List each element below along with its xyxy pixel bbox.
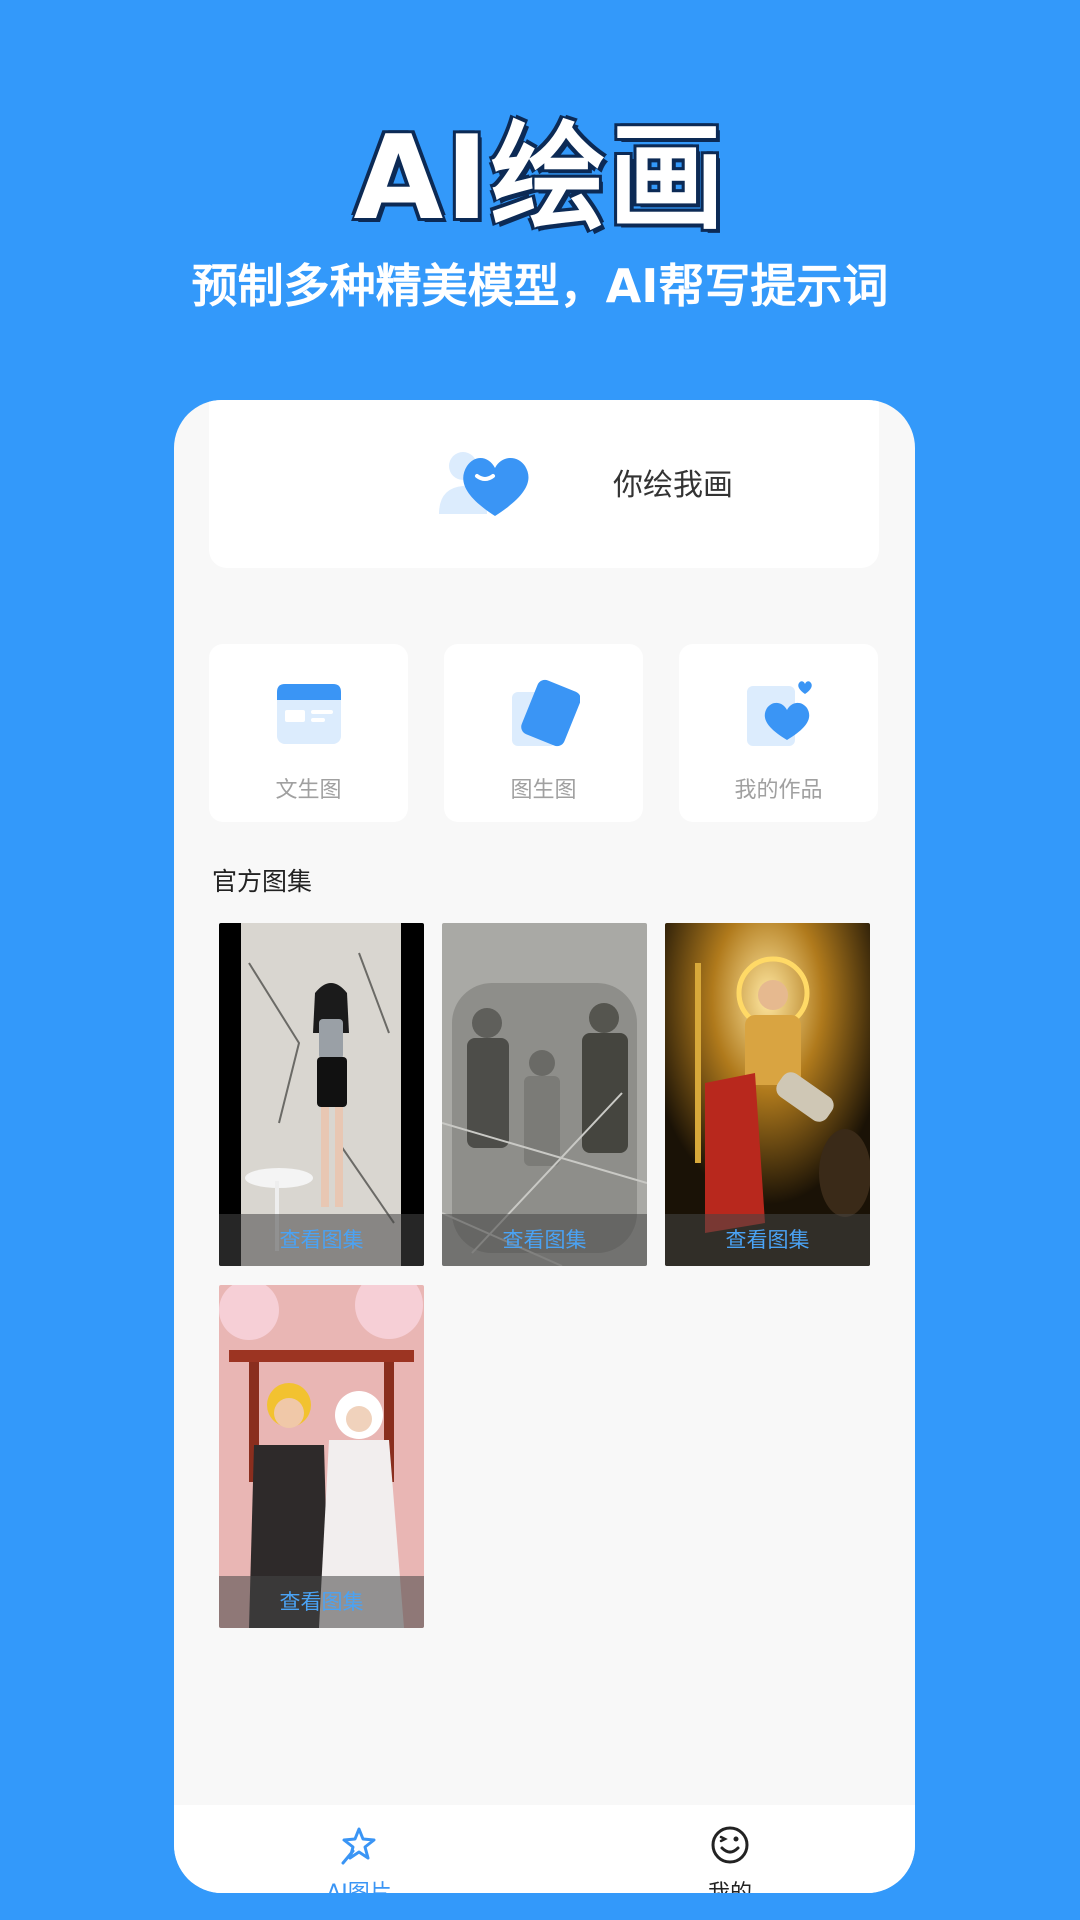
tab-label: 我的 bbox=[545, 1875, 915, 1893]
gallery-card[interactable]: 查看图集 bbox=[219, 1285, 424, 1628]
magic-star-icon bbox=[341, 1827, 376, 1865]
feature-label: 我的作品 bbox=[734, 778, 823, 803]
gallery-card[interactable]: 查看图集 bbox=[219, 923, 424, 1266]
gallery-card[interactable]: 查看图集 bbox=[442, 923, 647, 1266]
view-gallery-button[interactable]: 查看图集 bbox=[219, 1214, 424, 1266]
text-card-icon bbox=[277, 684, 341, 744]
tab-ai-images[interactable]: AI图片 bbox=[174, 1805, 544, 1893]
hero-subtitle: 预制多种精美模型，AI帮写提示词 bbox=[191, 259, 889, 313]
view-gallery-button[interactable]: 查看图集 bbox=[219, 1576, 424, 1628]
tab-mine[interactable]: 我的 bbox=[545, 1805, 915, 1893]
banner-label: 你绘我画 bbox=[613, 468, 733, 503]
feature-label: 图生图 bbox=[510, 778, 577, 803]
tab-label: AI图片 bbox=[174, 1875, 544, 1893]
heart-card-icon bbox=[747, 681, 812, 746]
app-screen: 你绘我画 文生图 图生图 我的作品 官方图集 查看图集 查看图集 查看图集 查看… bbox=[174, 400, 915, 1893]
feature-text-to-image[interactable]: 文生图 bbox=[209, 644, 408, 822]
view-gallery-button[interactable]: 查看图集 bbox=[665, 1214, 870, 1266]
ai-draw-banner[interactable]: 你绘我画 bbox=[209, 400, 879, 568]
feature-my-works[interactable]: 我的作品 bbox=[679, 644, 878, 822]
gallery-title: 官方图集 bbox=[212, 867, 313, 896]
bottom-tab-bar: AI图片 我的 bbox=[174, 1805, 915, 1893]
feature-label: 文生图 bbox=[275, 778, 342, 803]
view-gallery-button[interactable]: 查看图集 bbox=[442, 1214, 647, 1266]
smiley-face-icon bbox=[711, 1826, 749, 1864]
hero-title: AI绘画 bbox=[353, 111, 727, 246]
heart-user-icon bbox=[439, 452, 529, 516]
gallery-card[interactable]: 查看图集 bbox=[665, 923, 870, 1266]
image-cards-icon bbox=[512, 679, 580, 747]
feature-image-to-image[interactable]: 图生图 bbox=[444, 644, 643, 822]
